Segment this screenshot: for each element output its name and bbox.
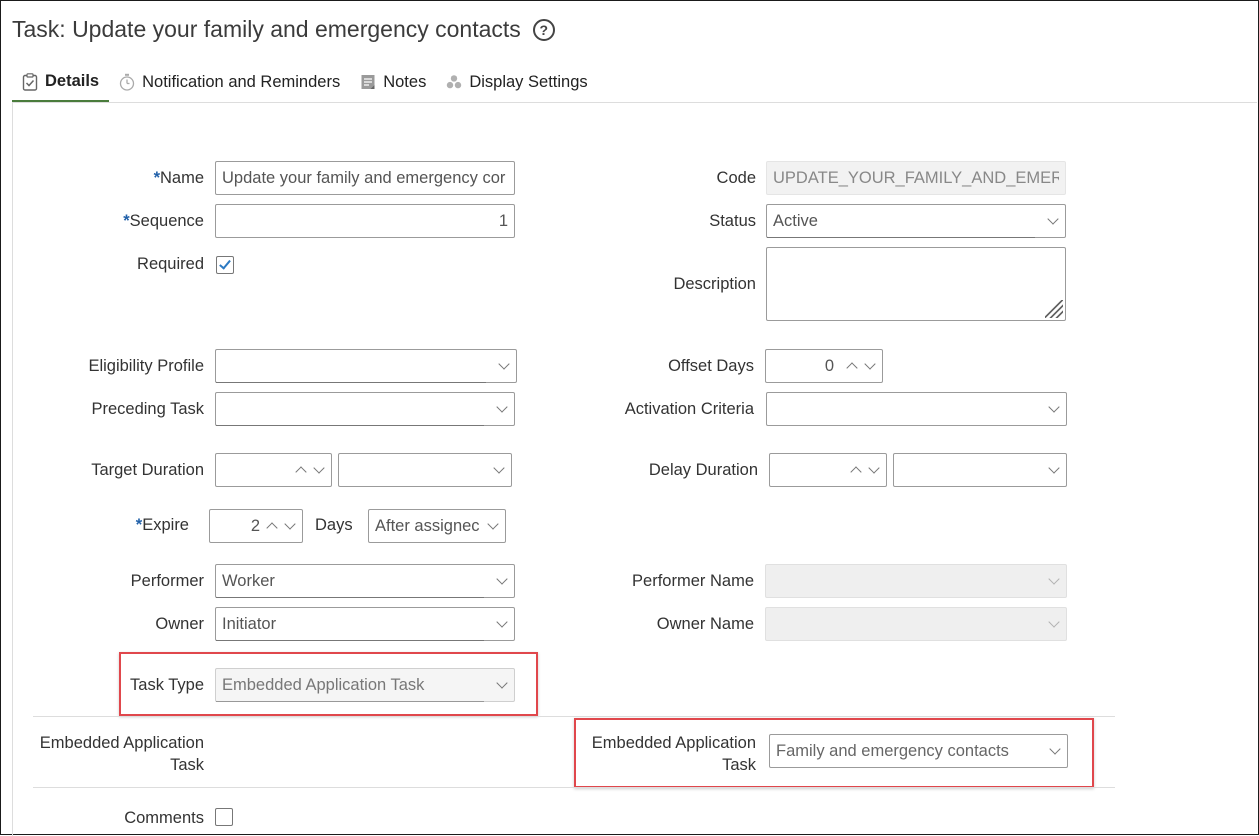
expire-stepper[interactable]: 2 xyxy=(209,509,303,543)
chevron-down-icon[interactable] xyxy=(864,360,876,372)
performer-name-label: Performer Name xyxy=(632,572,754,590)
chevron-down-icon[interactable] xyxy=(496,403,508,415)
page-title: Task: Update your family and emergency c… xyxy=(12,16,555,43)
status-underline xyxy=(767,237,1035,238)
eligibility-profile-select[interactable] xyxy=(215,349,517,383)
owner-select[interactable]: Initiator xyxy=(215,607,515,641)
name-input[interactable]: Update your family and emergency cor xyxy=(215,161,515,195)
eligibility-profile-label: Eligibility Profile xyxy=(88,357,204,375)
eligibility-underline xyxy=(216,382,486,383)
target-duration-unit-select[interactable] xyxy=(338,453,512,487)
activation-criteria-label: Activation Criteria xyxy=(624,400,754,418)
description-textarea[interactable] xyxy=(766,247,1066,321)
tab-notification-label: Notification and Reminders xyxy=(142,72,341,91)
tab-details-label: Details xyxy=(45,72,100,90)
description-label: Description xyxy=(673,275,756,293)
help-icon[interactable]: ? xyxy=(532,18,555,41)
performer-label: Performer xyxy=(130,572,204,590)
preceding-underline xyxy=(216,425,484,426)
page-title-text: Task: Update your family and emergency c… xyxy=(12,16,521,42)
required-checkbox[interactable] xyxy=(216,256,234,274)
code-field: UPDATE_YOUR_FAMILY_AND_EMERGEI xyxy=(766,161,1066,195)
tab-notes-label: Notes xyxy=(383,72,427,91)
chevron-down-icon[interactable] xyxy=(313,464,325,476)
target-duration-label: Target Duration xyxy=(91,461,204,479)
stopwatch-icon xyxy=(119,73,135,91)
chevron-down-icon[interactable] xyxy=(1047,215,1059,227)
task-type-label: Task Type xyxy=(130,676,204,694)
embedded-app-task-select[interactable]: Family and emergency contacts xyxy=(769,734,1068,768)
delay-duration-label: Delay Duration xyxy=(648,461,758,479)
task-window: Task: Update your family and emergency c… xyxy=(0,0,1259,836)
status-select[interactable]: Active xyxy=(766,204,1066,238)
chevron-down-icon[interactable] xyxy=(1048,464,1060,476)
performer-select[interactable]: Worker xyxy=(215,564,515,598)
sequence-label: *Sequence xyxy=(123,212,204,230)
offset-days-label: Offset Days xyxy=(668,357,754,375)
chevron-up-icon[interactable] xyxy=(266,520,278,532)
tab-divider xyxy=(12,102,1257,103)
offset-days-stepper[interactable]: 0 xyxy=(765,349,883,383)
chevron-down-icon xyxy=(1048,575,1060,587)
expire-label: *Expire xyxy=(135,516,189,534)
chevron-up-icon[interactable] xyxy=(295,464,307,476)
embedded-section-label: Embedded Application Task xyxy=(39,734,204,774)
delay-duration-unit-select[interactable] xyxy=(893,453,1067,487)
section-divider-top xyxy=(33,716,1115,717)
chevron-down-icon[interactable] xyxy=(496,618,508,630)
chevron-down-icon[interactable] xyxy=(498,360,510,372)
expire-when-select[interactable]: After assignec xyxy=(368,509,506,543)
preceding-task-label: Preceding Task xyxy=(91,400,204,418)
owner-underline xyxy=(216,640,484,641)
resize-handle-icon[interactable] xyxy=(1045,300,1063,318)
section-divider-bottom xyxy=(33,787,1115,788)
chevron-down-icon[interactable] xyxy=(487,520,499,532)
chevron-down-icon[interactable] xyxy=(496,575,508,587)
expire-days-label: Days xyxy=(315,516,353,534)
sequence-input[interactable]: 1 xyxy=(215,204,515,238)
chevron-down-icon[interactable] xyxy=(1049,745,1061,757)
comments-label: Comments xyxy=(124,809,204,827)
task-type-underline xyxy=(216,701,484,702)
chevron-down-icon xyxy=(1048,618,1060,630)
chevron-up-icon[interactable] xyxy=(846,360,858,372)
performer-underline xyxy=(216,597,484,598)
chevron-down-icon[interactable] xyxy=(1048,403,1060,415)
tab-notes[interactable]: Notes xyxy=(350,63,436,101)
display-settings-icon xyxy=(447,75,462,89)
tab-display-settings[interactable]: Display Settings xyxy=(436,63,597,101)
activation-criteria-select[interactable] xyxy=(766,392,1067,426)
delay-duration-stepper[interactable] xyxy=(769,453,887,487)
code-label: Code xyxy=(716,169,756,187)
target-duration-stepper[interactable] xyxy=(215,453,332,487)
chevron-down-icon[interactable] xyxy=(868,464,880,476)
performer-name-select xyxy=(765,564,1067,598)
tab-bar: Details Notification and Reminders Notes xyxy=(12,63,598,103)
required-label: Required xyxy=(137,255,204,273)
content-border xyxy=(12,103,13,836)
comments-checkbox[interactable] xyxy=(215,808,233,826)
notes-icon xyxy=(361,75,375,89)
chevron-down-icon[interactable] xyxy=(493,464,505,476)
task-type-select[interactable]: Embedded Application Task xyxy=(215,668,515,702)
tab-notification-and-reminders[interactable]: Notification and Reminders xyxy=(109,63,350,101)
tab-display-settings-label: Display Settings xyxy=(469,72,588,91)
preceding-task-select[interactable] xyxy=(215,392,515,426)
chevron-down-icon[interactable] xyxy=(284,520,296,532)
status-label: Status xyxy=(709,212,756,230)
embedded-app-task-label: Embedded Application Task xyxy=(591,734,756,774)
clipboard-check-icon xyxy=(22,72,38,91)
owner-label: Owner xyxy=(155,615,204,633)
checkmark-icon xyxy=(219,257,231,270)
name-label: *Name xyxy=(153,169,204,187)
owner-name-select xyxy=(765,607,1067,641)
chevron-down-icon[interactable] xyxy=(496,679,508,691)
tab-details[interactable]: Details xyxy=(12,63,110,103)
owner-name-label: Owner Name xyxy=(656,615,754,633)
chevron-up-icon[interactable] xyxy=(850,464,862,476)
